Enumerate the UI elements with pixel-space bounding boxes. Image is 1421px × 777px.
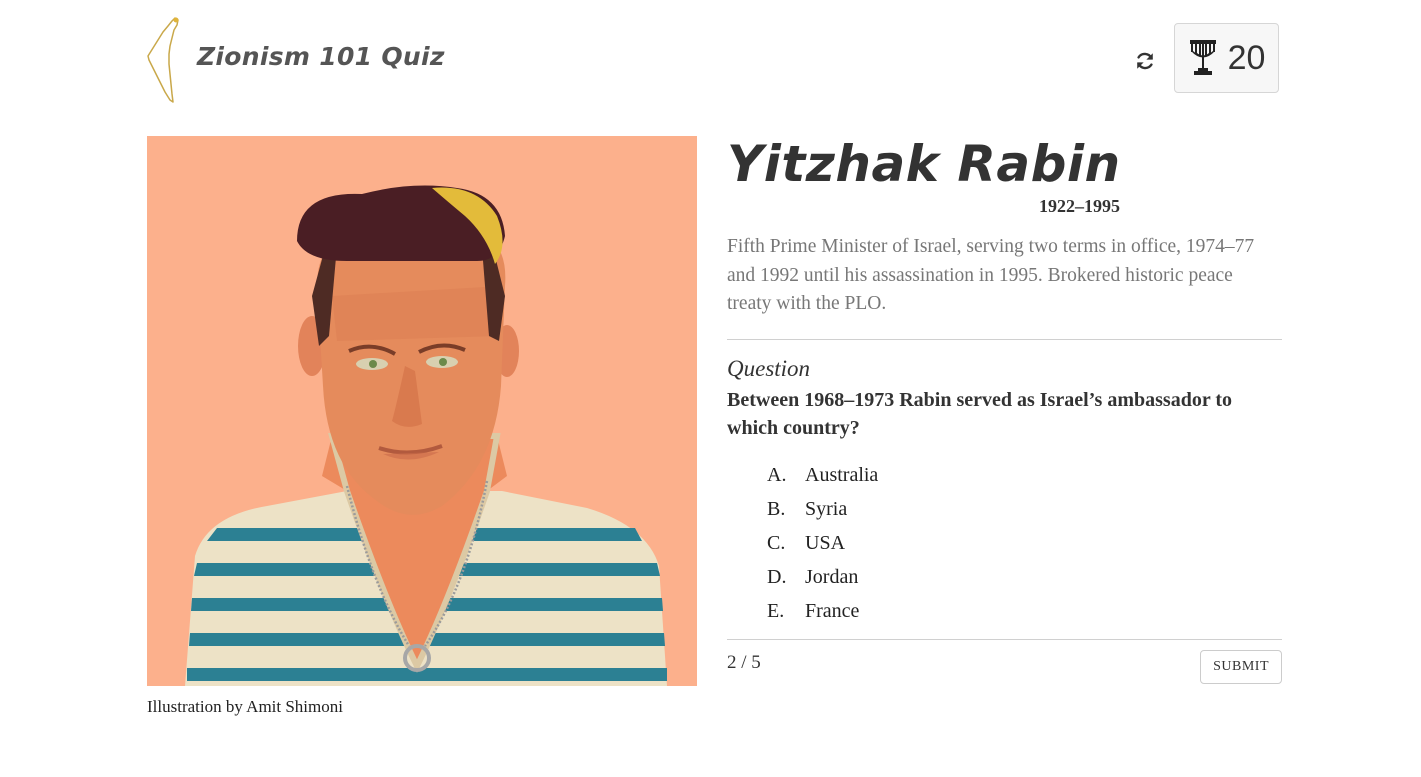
quiz-page: Zionism 101 Quiz 20 Illustration by Amit… xyxy=(0,0,1421,777)
divider xyxy=(727,338,1282,340)
option-letter: D. xyxy=(767,566,787,588)
person-bio: Fifth Prime Minister of Israel, serving … xyxy=(727,236,1255,314)
brand[interactable]: Zionism 101 Quiz xyxy=(145,16,445,104)
quiz-footer: 2 / 5 SUBMIT xyxy=(727,640,1282,690)
refresh-button[interactable] xyxy=(1130,46,1160,76)
option-label: Syria xyxy=(805,498,848,520)
option-letter: C. xyxy=(767,532,786,554)
menorah-icon xyxy=(1189,40,1216,75)
question-text: Between 1968–1973 Rabin served as Israel… xyxy=(727,388,1232,440)
answer-option-c[interactable]: C. USA xyxy=(767,527,1282,561)
refresh-icon xyxy=(1137,52,1153,70)
score-value: 20 xyxy=(1227,38,1266,77)
submit-button[interactable]: SUBMIT xyxy=(1200,649,1282,684)
option-letter: B. xyxy=(767,498,786,520)
option-label: Jordan xyxy=(805,566,859,588)
answer-option-d[interactable]: D. Jordan xyxy=(767,561,1282,595)
israel-map-icon xyxy=(147,17,179,103)
question-panel: Yitzhak Rabin 1922–1995 Fifth Prime Mini… xyxy=(727,136,1282,690)
years-row: 1922–1995 xyxy=(727,196,1120,217)
person-name: Yitzhak Rabin xyxy=(727,135,1121,193)
answer-option-b[interactable]: B. Syria xyxy=(767,493,1282,527)
portrait-illustration xyxy=(147,136,697,686)
person-years: 1922–1995 xyxy=(1039,196,1120,216)
answer-option-a[interactable]: A. Australia xyxy=(767,459,1282,493)
question-heading: Question xyxy=(727,355,811,381)
answer-options: A. Australia B. Syria C. USA D. Jordan E… xyxy=(727,459,1282,629)
question-progress: 2 / 5 xyxy=(727,651,761,673)
option-letter: E. xyxy=(767,600,785,622)
option-label: Australia xyxy=(805,464,879,486)
option-label: France xyxy=(805,600,860,622)
option-label: USA xyxy=(805,532,846,554)
app-title[interactable]: Zionism 101 Quiz xyxy=(197,42,445,71)
option-letter: A. xyxy=(767,464,787,486)
answer-option-e[interactable]: E. France xyxy=(767,595,1282,629)
illustration-credit: Illustration by Amit Shimoni xyxy=(147,697,343,716)
score-display: 20 xyxy=(1174,23,1279,93)
